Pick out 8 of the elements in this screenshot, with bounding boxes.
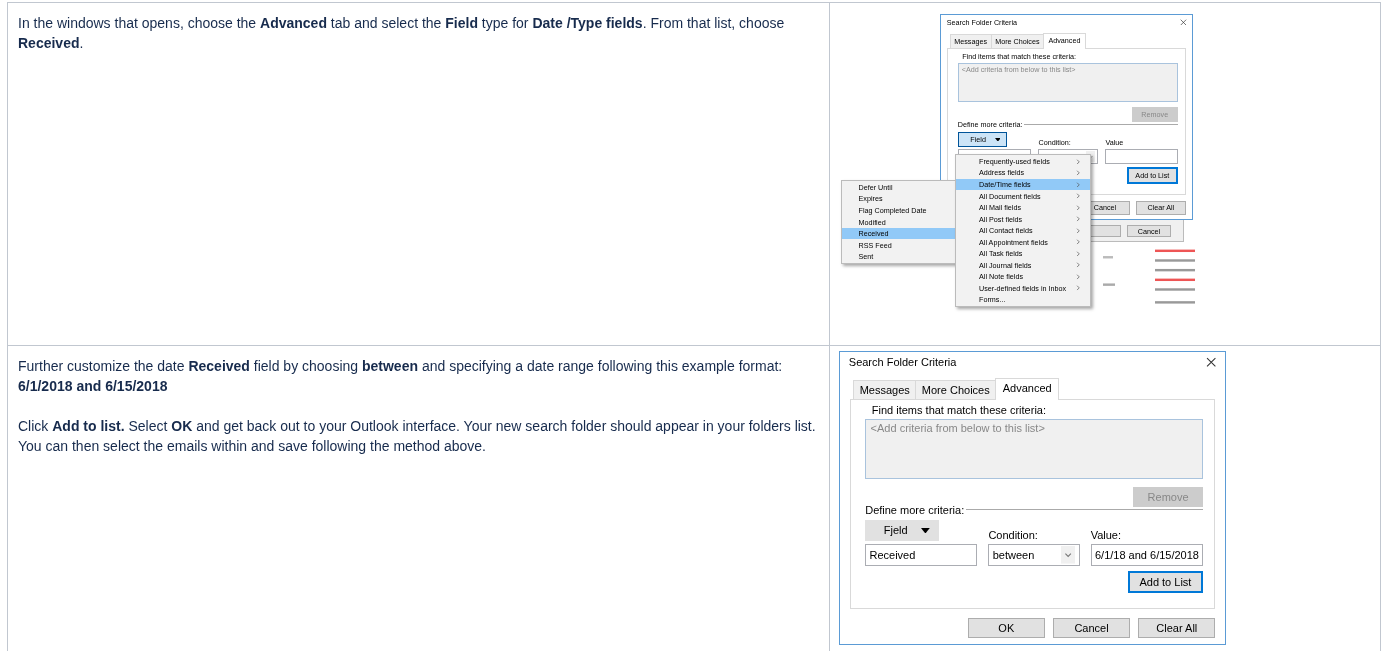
value-label: Value: [1090,528,1123,541]
instruction-text: In the windows that opens, choose the Advanced tab and select the Field type for Date /Type fields. From that list, choose Received. [18,14,786,53]
condition-label: Condition: [988,528,1039,541]
instruction-text: Click Add to list. Select OK and get back out to your Outlook interface. Your new search folder should appear in your folders list. You can then select the emails within and save following the method above. [18,417,817,456]
define-criteria-label: Define more criteria: [865,503,965,516]
criteria-label: Find items that match these criteria: [871,404,1047,417]
dialog-title: Search Folder Criteria [848,355,957,368]
instruction-text: Further customize the date Received field by choosing between and specifying a date range following this example format: 6/1/2018 and 6/15/2018 [18,357,784,396]
